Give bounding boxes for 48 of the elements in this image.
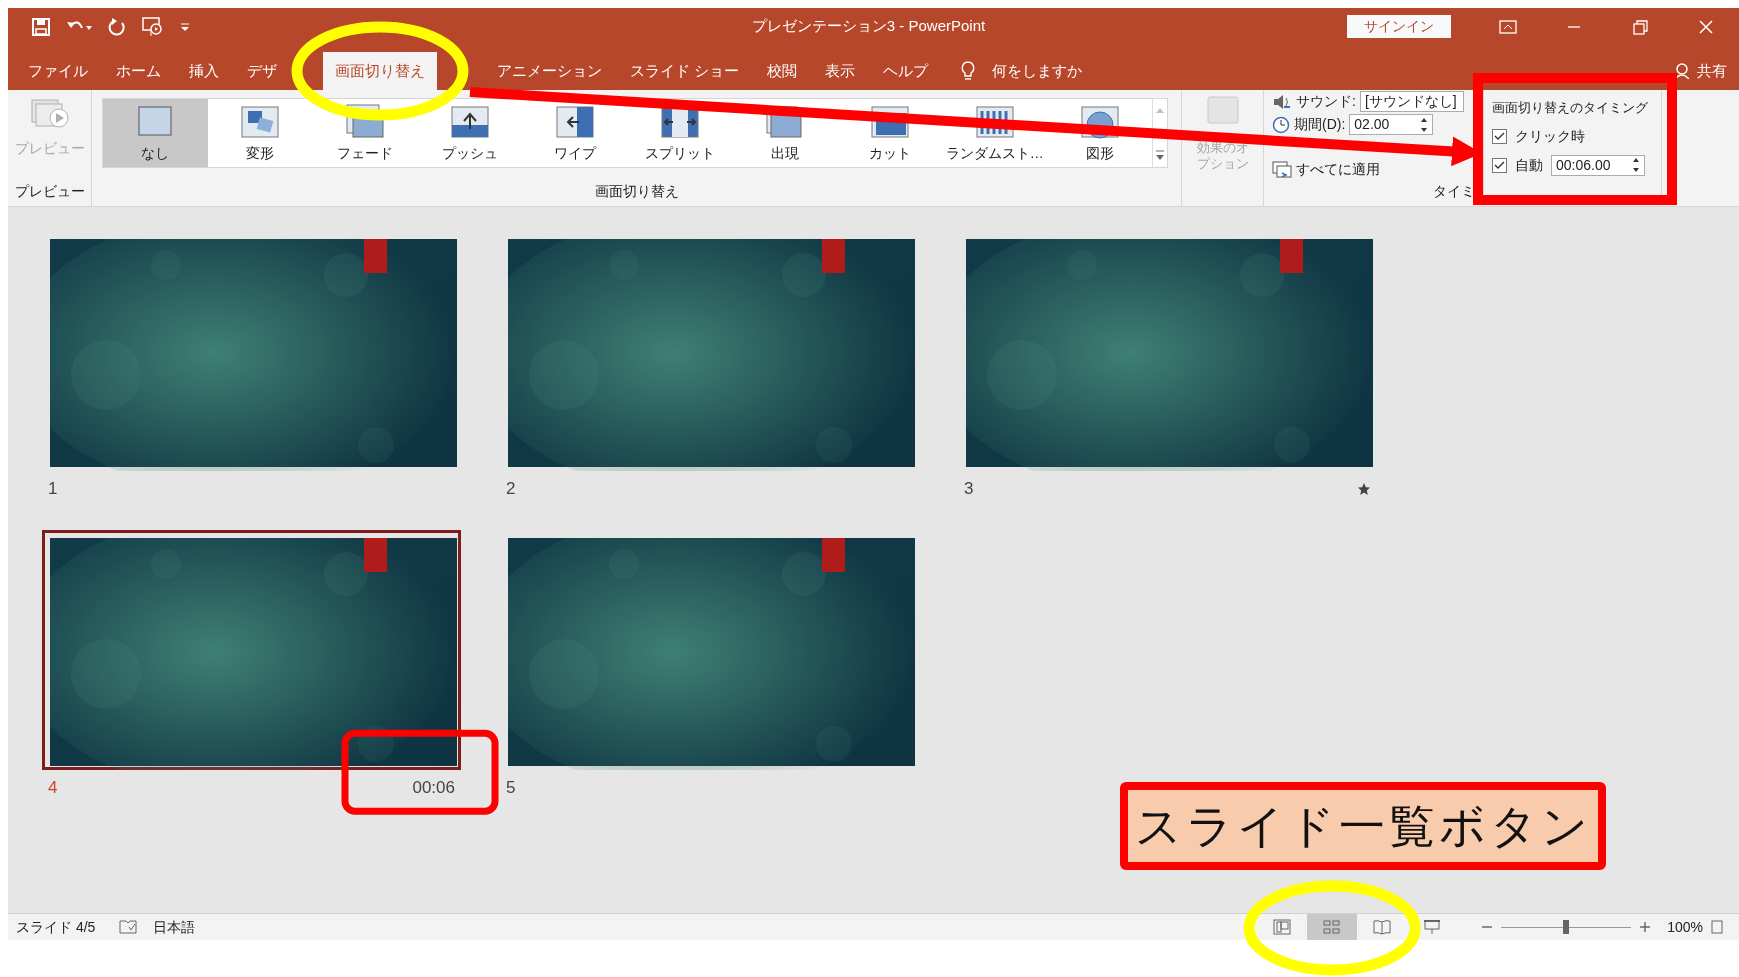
field-value: 00:06.00 bbox=[1556, 155, 1611, 175]
ribbon-tab[interactable]: 表示 bbox=[813, 52, 868, 90]
time-spinner[interactable]: 00:06.00 bbox=[1551, 154, 1645, 176]
window-title: プレゼンテーション3 - PowerPoint bbox=[750, 16, 987, 37]
share-button[interactable]: 共有 bbox=[1693, 52, 1731, 90]
ribbon-tab[interactable]: 挿入 bbox=[177, 52, 231, 90]
slide-number: 3 bbox=[964, 478, 974, 501]
transition-option[interactable]: カット bbox=[868, 142, 911, 164]
slide-number: 1 bbox=[48, 478, 58, 501]
zoom-level[interactable]: 100% bbox=[1667, 916, 1703, 938]
ribbon-tab[interactable]: 校閲 bbox=[755, 52, 810, 90]
tell-me-field[interactable]: 何をしますか bbox=[984, 52, 1091, 90]
slide-number: 4 bbox=[48, 777, 58, 800]
transition-option[interactable]: 変形 bbox=[246, 142, 275, 164]
transition-option[interactable]: 出現 bbox=[770, 142, 799, 164]
slide-timing: 00:06 bbox=[412, 777, 455, 800]
ribbon-tab[interactable]: 画面切り替え bbox=[323, 52, 437, 90]
sound-dropdown[interactable]: [サウンドなし] bbox=[1359, 91, 1464, 112]
panel-title: 画面切り替えのタイミング bbox=[1492, 99, 1648, 117]
field-label: サウンド: bbox=[1296, 92, 1356, 111]
slide-number: 2 bbox=[506, 478, 516, 501]
ribbon-tab[interactable]: ホーム bbox=[104, 52, 173, 90]
transition-option[interactable]: ワイプ bbox=[554, 142, 597, 164]
checkbox-label: 自動 bbox=[1515, 155, 1543, 175]
checkbox-label: クリック時 bbox=[1515, 126, 1585, 146]
transition-option[interactable]: フェード bbox=[337, 142, 394, 164]
field-label: 期間(D): bbox=[1294, 115, 1346, 134]
ribbon-tab[interactable]: アニメーション bbox=[485, 52, 614, 90]
apply-all-button[interactable]: すべてに適用 bbox=[1296, 159, 1380, 180]
sign-in-button[interactable]: サインイン bbox=[1347, 15, 1451, 38]
callout-label: スライド一覧ボタン bbox=[1120, 782, 1606, 870]
slide-number: 5 bbox=[506, 777, 516, 800]
slide-counter: スライド 4/5 bbox=[16, 917, 96, 937]
ribbon-tab[interactable]: スライド ショー bbox=[618, 52, 752, 90]
ribbon-tab[interactable]: ヘルプ bbox=[871, 52, 941, 90]
group-label: タイミ bbox=[1432, 182, 1476, 201]
transition-option[interactable]: ランダムスト… bbox=[945, 142, 1044, 164]
transition-option[interactable]: なし bbox=[141, 142, 170, 164]
language-label[interactable]: 日本語 bbox=[153, 916, 196, 938]
ribbon-tab[interactable]: デザ bbox=[235, 52, 289, 90]
transition-option[interactable]: 図形 bbox=[1085, 142, 1114, 164]
ribbon-tab[interactable]: ファイル bbox=[16, 52, 100, 90]
field-value: 02.00 bbox=[1354, 115, 1390, 134]
group-label: プレビュー bbox=[13, 182, 86, 201]
duration-spinner[interactable]: 02.00 bbox=[1349, 114, 1434, 135]
group-label: 画面切り替え bbox=[593, 182, 680, 201]
transition-option[interactable]: スプリット bbox=[645, 142, 715, 164]
transition-option[interactable]: プッシュ bbox=[442, 142, 499, 164]
